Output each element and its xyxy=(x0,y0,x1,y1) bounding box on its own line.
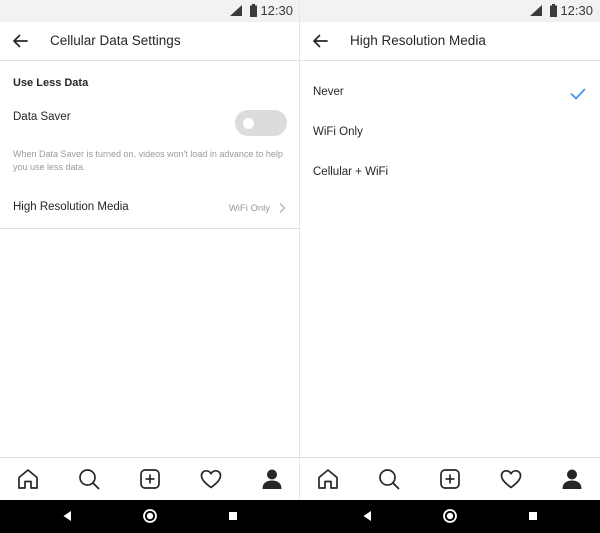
back-arrow-icon[interactable] xyxy=(312,33,328,49)
status-time: 12:30 xyxy=(260,3,293,18)
tab-activity[interactable] xyxy=(198,466,224,492)
tab-home[interactable] xyxy=(15,466,41,492)
back-triangle-icon[interactable] xyxy=(360,508,376,524)
home-circle-icon[interactable] xyxy=(442,508,458,524)
tab-profile[interactable] xyxy=(559,466,585,492)
chevron-right-icon xyxy=(279,203,286,213)
home-icon xyxy=(18,469,38,489)
tab-activity[interactable] xyxy=(498,466,524,492)
option-label: WiFi Only xyxy=(313,126,363,138)
app-header: Cellular Data Settings xyxy=(0,22,300,61)
app-header: High Resolution Media xyxy=(300,22,600,61)
status-time: 12:30 xyxy=(560,3,593,18)
signal-icon xyxy=(230,5,242,16)
high-res-value: WiFi Only xyxy=(228,203,270,214)
page-title: Cellular Data Settings xyxy=(50,33,181,48)
android-nav-bar xyxy=(300,500,600,533)
signal-icon xyxy=(530,5,542,16)
heart-icon xyxy=(500,469,522,489)
option-never[interactable]: Never xyxy=(300,75,600,111)
checkmark-icon xyxy=(570,88,586,100)
cellular-data-settings-screen: 12:30 Cellular Data Settings Use Less Da… xyxy=(0,0,300,533)
row-divider xyxy=(0,228,300,229)
home-icon xyxy=(318,469,338,489)
tab-bar xyxy=(300,457,600,500)
battery-icon xyxy=(550,4,557,17)
home-circle-icon[interactable] xyxy=(142,508,158,524)
status-bar: 12:30 xyxy=(0,0,300,22)
tab-bar xyxy=(0,457,300,500)
tab-add-post[interactable] xyxy=(437,466,463,492)
tab-home[interactable] xyxy=(315,466,341,492)
status-bar: 12:30 xyxy=(300,0,600,22)
heart-icon xyxy=(200,469,222,489)
back-arrow-icon[interactable] xyxy=(12,33,28,49)
tab-search[interactable] xyxy=(76,466,102,492)
recents-square-icon[interactable] xyxy=(525,508,541,524)
option-label: Cellular + WiFi xyxy=(313,166,389,178)
add-post-icon xyxy=(140,469,160,489)
search-icon xyxy=(79,469,100,490)
tab-add-post[interactable] xyxy=(137,466,163,492)
profile-icon xyxy=(262,469,282,489)
add-post-icon xyxy=(440,469,460,489)
option-label: Never xyxy=(313,86,344,98)
option-wifi-only[interactable]: WiFi Only xyxy=(300,115,600,151)
screens-container: 12:30 Cellular Data Settings Use Less Da… xyxy=(0,0,600,533)
profile-icon xyxy=(562,469,582,489)
screen-divider xyxy=(299,0,300,500)
option-cellular-wifi[interactable]: Cellular + WiFi xyxy=(300,155,600,191)
high-res-label: High Resolution Media xyxy=(13,201,129,213)
tab-search[interactable] xyxy=(376,466,402,492)
battery-icon xyxy=(250,4,257,17)
tab-profile[interactable] xyxy=(259,466,285,492)
toggle-knob xyxy=(243,118,254,129)
search-icon xyxy=(379,469,400,490)
data-saver-description: When Data Saver is turned on, videos won… xyxy=(13,149,283,172)
page-title: High Resolution Media xyxy=(350,33,486,48)
high-resolution-media-screen: 12:30 High Resolution Media Never WiFi O… xyxy=(300,0,600,533)
data-saver-label: Data Saver xyxy=(13,111,71,123)
android-nav-bar xyxy=(0,500,300,533)
back-triangle-icon[interactable] xyxy=(60,508,76,524)
section-title: Use Less Data xyxy=(13,77,89,89)
data-saver-toggle[interactable] xyxy=(235,110,287,136)
recents-square-icon[interactable] xyxy=(225,508,241,524)
